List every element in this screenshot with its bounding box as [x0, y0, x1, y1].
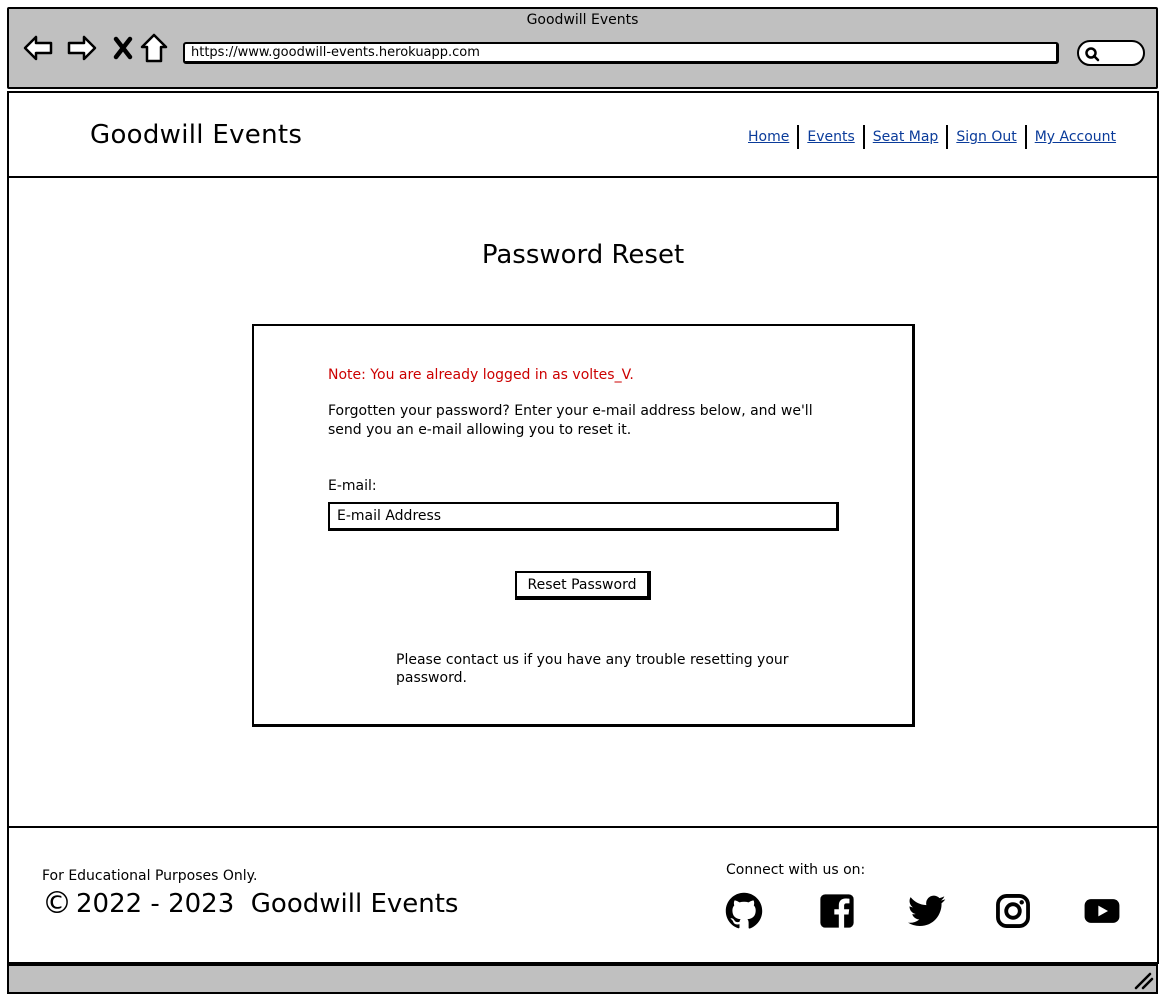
youtube-icon[interactable]	[1083, 892, 1121, 930]
window-title: Goodwill Events	[526, 12, 639, 28]
home-icon[interactable]	[138, 32, 170, 64]
nav-seat-map[interactable]: Seat Map	[865, 129, 947, 145]
logged-in-note: Note: You are already logged in as volte…	[328, 367, 634, 383]
search-icon	[1085, 47, 1100, 62]
copyright: © 2022 - 2023 Goodwill Events	[42, 886, 458, 921]
twitter-icon[interactable]	[908, 892, 946, 930]
facebook-icon[interactable]	[818, 892, 856, 930]
url-bar[interactable]: https://www.goodwill-events.herokuapp.co…	[183, 42, 1059, 64]
reset-instructions: Forgotten your password? Enter your e-ma…	[328, 403, 813, 438]
email-input[interactable]	[328, 502, 839, 531]
close-icon[interactable]	[108, 32, 140, 64]
email-label: E-mail:	[328, 478, 377, 494]
site-brand[interactable]: Goodwill Events	[90, 120, 302, 150]
nav-sign-out[interactable]: Sign Out	[948, 129, 1024, 145]
connect-label: Connect with us on:	[726, 862, 866, 878]
nav-home[interactable]: Home	[740, 129, 797, 145]
main-nav: Home Events Seat Map Sign Out My Account	[740, 124, 1124, 150]
copyright-symbol: ©	[42, 886, 72, 921]
browser-search-field[interactable]	[1077, 40, 1145, 66]
github-icon[interactable]	[725, 892, 763, 930]
nav-events[interactable]: Events	[799, 129, 862, 145]
instagram-icon[interactable]	[994, 892, 1032, 930]
back-arrow-icon[interactable]	[22, 32, 54, 64]
page-title: Password Reset	[481, 240, 685, 270]
browser-statusbar	[7, 964, 1158, 994]
reset-password-button[interactable]: Reset Password	[515, 571, 651, 600]
forward-arrow-icon[interactable]	[66, 32, 98, 64]
resize-grip-icon[interactable]	[1132, 970, 1154, 990]
contact-note: Please contact us if you have any troubl…	[396, 652, 789, 686]
educational-note: For Educational Purposes Only.	[42, 868, 258, 884]
nav-my-account[interactable]: My Account	[1027, 129, 1124, 145]
copyright-text: 2022 - 2023 Goodwill Events	[76, 888, 459, 919]
